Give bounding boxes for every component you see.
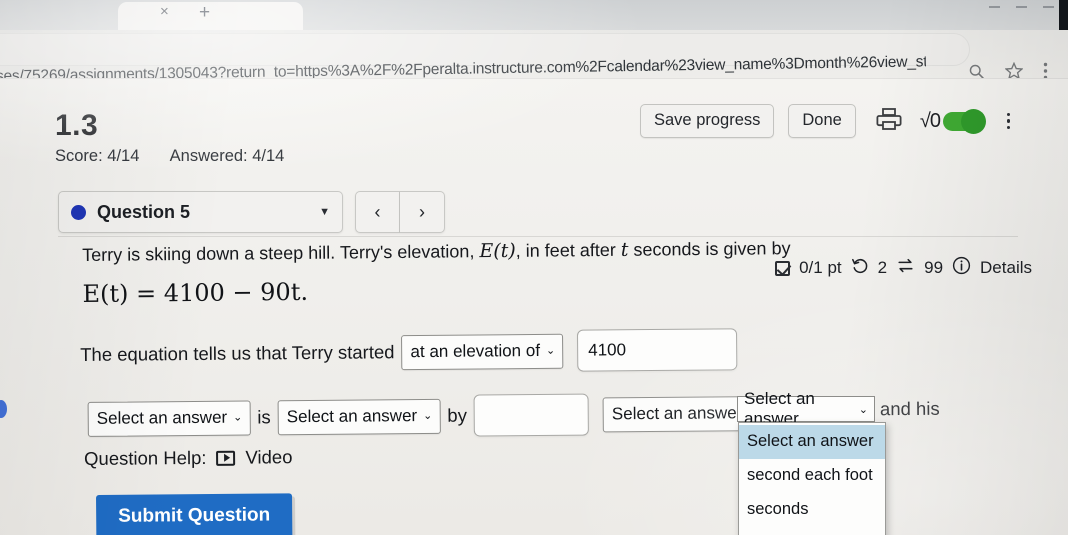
save-progress-button[interactable]: Save progress — [640, 104, 775, 138]
close-window-icon[interactable] — [1043, 6, 1054, 8]
chevron-down-icon: ⌄ — [233, 411, 243, 424]
window-controls[interactable] — [976, 0, 1054, 14]
answer-select-2-options[interactable]: Select an answer second each foot second… — [738, 422, 886, 535]
question-status-dot — [71, 204, 86, 220]
score-summary: Score: 4/14 Answered: 4/14 — [55, 147, 284, 166]
done-button[interactable]: Done — [788, 104, 856, 138]
submit-question-button[interactable]: Submit Question — [96, 493, 293, 535]
monitor-bezel — [1059, 0, 1068, 30]
chevron-down-icon: ⌄ — [858, 403, 868, 416]
page-title: 1.3 — [55, 109, 99, 142]
browser-omnibox-row: ses/75269/assignments/1305043?return_to=… — [0, 28, 1068, 85]
question-label: Question 5 — [97, 201, 191, 222]
page-edge-indicator — [0, 400, 7, 418]
question-selector-dropdown[interactable]: Question 5 ▼ — [58, 191, 343, 233]
chevron-down-icon: ⌄ — [545, 344, 556, 357]
video-link[interactable]: Video — [245, 446, 292, 468]
answer-select-3-value: Select an answer — [96, 407, 228, 428]
answer-select-5[interactable]: Select an answe — [602, 395, 745, 432]
info-circle-icon[interactable] — [952, 256, 971, 280]
dropdown-option[interactable]: feet — [739, 527, 885, 535]
dropdown-option[interactable]: Select an answer — [739, 425, 885, 459]
details-link[interactable]: Details — [980, 258, 1032, 278]
quiz-page: 1.3 Score: 4/14 Answered: 4/14 Save prog… — [0, 78, 1068, 535]
next-question-button[interactable]: › — [400, 191, 445, 233]
answered-label: Answered: 4/14 — [169, 147, 285, 165]
answer-input-1[interactable] — [577, 328, 738, 372]
problem-statement: Terry is skiing down a steep hill. Terry… — [82, 233, 933, 314]
minimize-icon[interactable] — [989, 6, 1000, 8]
answer-select-1[interactable]: at an elevation of ⌄ — [401, 333, 564, 370]
math-mode-toggle[interactable]: √0 — [919, 108, 986, 134]
more-options-icon[interactable] — [1006, 112, 1011, 130]
play-video-icon[interactable] — [216, 450, 236, 466]
stem-text-3: seconds is given by — [628, 238, 791, 260]
question-navigation-bar: Question 5 ▼ ‹ › — [58, 191, 445, 233]
sentence-tail: and his — [879, 397, 940, 420]
tab-close-icon[interactable]: × — [160, 4, 169, 19]
sentence-is-word: is — [257, 406, 271, 428]
stem-text-2: , in feet after — [515, 239, 621, 261]
chevron-down-icon: ⌄ — [423, 409, 433, 423]
answer-input-2[interactable] — [473, 393, 590, 437]
answer-select-1-value: at an elevation of — [410, 340, 541, 361]
sentence-lead: The equation tells us that Terry started — [80, 341, 395, 365]
answer-select-3[interactable]: Select an answer ⌄ — [87, 400, 251, 437]
quiz-toolbar: Save progress Done √0 — [640, 104, 1011, 138]
dropdown-option[interactable]: seconds — [739, 493, 885, 527]
question-help-label: Question Help: — [84, 446, 207, 469]
printer-icon[interactable] — [876, 107, 902, 136]
browser-tab-strip: × + — [0, 0, 1068, 30]
screenshot-photo: × + ses/75269/assignments/1305043?return… — [0, 0, 1068, 535]
previous-question-button[interactable]: ‹ — [355, 191, 400, 233]
chevron-down-icon[interactable]: ▼ — [319, 206, 330, 218]
answer-select-5-value: Select an answe — [611, 402, 737, 423]
prev-next-group: ‹ › — [355, 191, 445, 233]
maximize-icon[interactable] — [1016, 6, 1027, 8]
stem-math-1: E(t) — [479, 239, 516, 263]
new-tab-icon[interactable]: + — [199, 3, 210, 22]
browser-tab[interactable] — [118, 2, 303, 30]
page-top-rule — [0, 78, 1068, 79]
stem-text-1: Terry is skiing down a steep hill. Terry… — [82, 241, 480, 265]
sentence-line-1: The equation tells us that Terry started… — [80, 326, 980, 376]
sqrt-icon: √0 — [919, 109, 941, 132]
score-label: Score: 4/14 — [55, 147, 140, 165]
toggle-switch[interactable] — [942, 108, 986, 134]
answer-select-4-value: Select an answer — [286, 405, 418, 426]
answer-select-2[interactable]: Select an answer ⌄ — [737, 389, 875, 428]
answer-select-4[interactable]: Select an answer ⌄ — [277, 398, 441, 435]
sentence-by-word: by — [447, 404, 467, 426]
dropdown-option[interactable]: second each foot — [739, 459, 885, 493]
problem-formula: E(t) = 4100 − 90t. — [82, 278, 309, 309]
question-help: Question Help: Video — [84, 446, 293, 470]
